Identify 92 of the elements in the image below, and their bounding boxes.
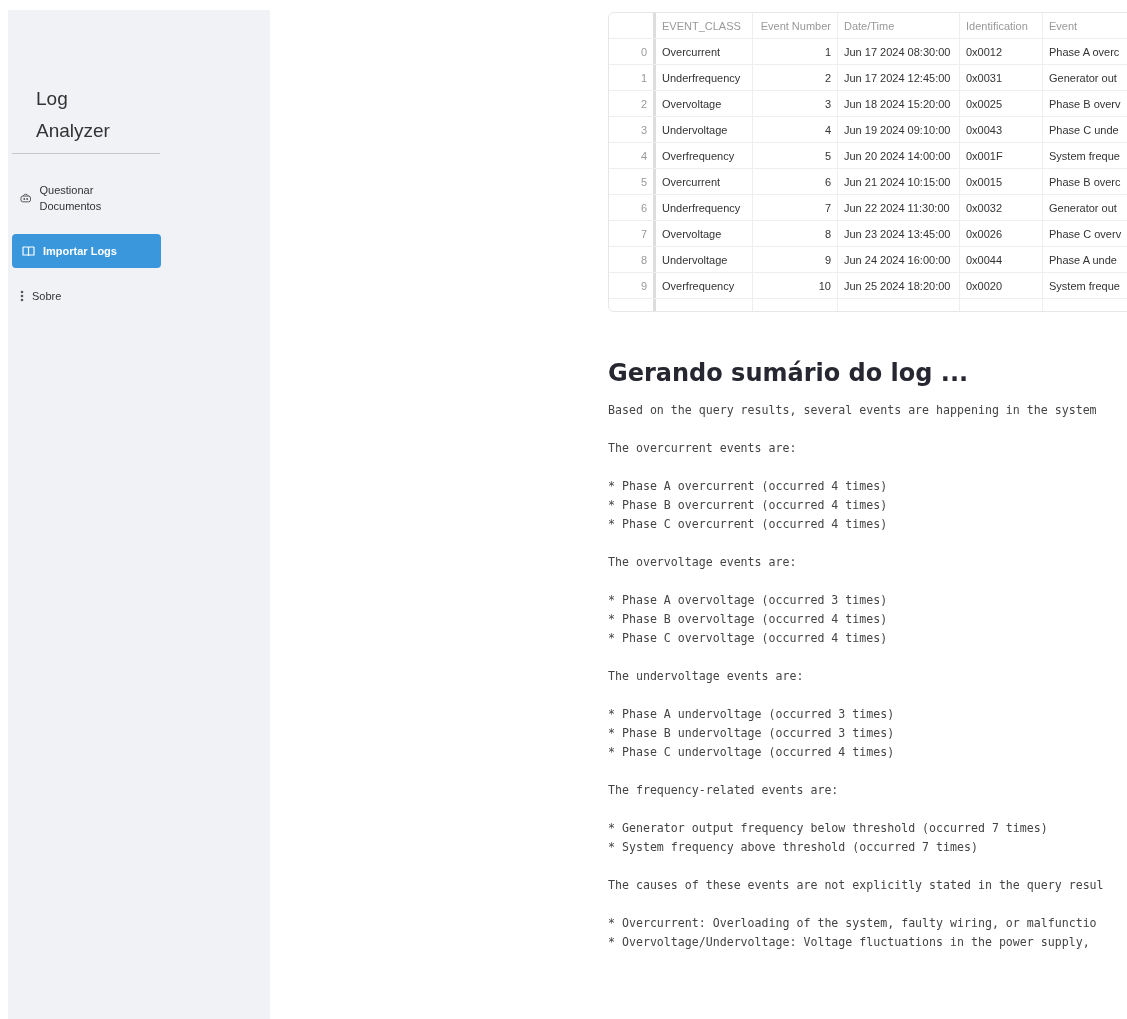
table-cell: Phase C unde [1043,117,1127,142]
table-cell: 0x0043 [960,117,1043,142]
table-cell: Phase B overc [1043,169,1127,194]
table-cell: Generator out [1043,65,1127,90]
list-item: * Generator output frequency below threshold (occurred 7 times) [608,820,1048,837]
table-cell: Undervoltage [656,247,753,272]
summary-text: The undervoltage events are: [608,668,804,685]
table-cell: 7 [753,195,838,220]
table-cell: Phase B overv [1043,91,1127,116]
table-cell: Underfrequency [656,195,753,220]
row-index: 6 [609,195,656,220]
table-cell: 6 [753,169,838,194]
row-index: 8 [609,247,656,272]
summary-text: The causes of these events are not explicitly stated in the query resul [608,877,1104,894]
table-cell: Jun 24 2024 16:00:00 [838,247,960,272]
table-cell: 0x0026 [960,221,1043,246]
row-index: 7 [609,221,656,246]
table-cell: 0x001F [960,143,1043,168]
table-cell: Jun 22 2024 11:30:00 [838,195,960,220]
table-cell: 0x0044 [960,247,1043,272]
list-item: * Phase B overcurrent (occurred 4 times) [608,497,888,514]
nav-item[interactable]: Importar Logs [12,234,161,268]
table-cell: 3 [753,91,838,116]
list-item: * System frequency above threshold (occurred 7 times) [608,839,978,856]
table-cell: 0x0020 [960,273,1043,298]
table-cell: Jun 23 2024 13:45:00 [838,221,960,246]
table-cell: Jun 25 2024 18:20:00 [838,273,960,298]
book-icon [22,245,35,257]
table-cell: Jun 17 2024 08:30:00 [838,39,960,64]
row-index: 4 [609,143,656,168]
table-cell: 9 [753,247,838,272]
table-cell: Generator out [1043,195,1127,220]
table-cell: Overvoltage [656,221,753,246]
column-header[interactable]: Event Number [753,13,838,38]
table-cell: Phase C overv [1043,221,1127,246]
table-cell: Jun 20 2024 14:00:00 [838,143,960,168]
row-index: 9 [609,273,656,298]
table-cell: 0x0015 [960,169,1043,194]
list-item: * Phase A overvoltage (occurred 3 times) [608,592,888,609]
table-cell: Undervoltage [656,117,753,142]
column-header[interactable]: Date/Time [838,13,960,38]
table-cell: Overcurrent [656,169,753,194]
table-cell: System freque [1043,273,1127,298]
table-cell: Jun 19 2024 09:10:00 [838,117,960,142]
table-cell: Overcurrent [656,39,753,64]
table-cell: Overfrequency [656,273,753,298]
table-cell: Jun 21 2024 10:15:00 [838,169,960,194]
table-cell: Phase A overc [1043,39,1127,64]
table-cell: 5 [753,143,838,168]
table-cell: 1 [753,39,838,64]
table-cell: 0x0012 [960,39,1043,64]
nav-item[interactable]: Questionar Documentos [12,176,161,220]
table-cell: Phase A unde [1043,247,1127,272]
row-index: 1 [609,65,656,90]
list-item: * Phase B undervoltage (occurred 3 times) [608,725,895,742]
table-cell: 4 [753,117,838,142]
list-item: * Overvoltage/Undervoltage: Voltage fluctuations in the power supply, [608,934,1090,951]
list-item: * Phase B overvoltage (occurred 4 times) [608,611,888,628]
table-cell: Overvoltage [656,91,753,116]
column-header[interactable]: Event [1043,13,1127,38]
table-cell: Jun 17 2024 12:45:00 [838,65,960,90]
table-cell: Underfrequency [656,65,753,90]
summary-text: The overvoltage events are: [608,554,797,571]
table-cell: 0x0025 [960,91,1043,116]
summary-heading: Gerando sumário do log ... [608,359,970,387]
table-cell: 8 [753,221,838,246]
table-cell: System freque [1043,143,1127,168]
summary-text: Based on the query results, several events are happening in the system [608,402,1097,419]
list-item: * Phase C overvoltage (occurred 4 times) [608,630,888,647]
table-cell: 0x0032 [960,195,1043,220]
table-cell: Jun 18 2024 15:20:00 [838,91,960,116]
table-cell: 10 [753,273,838,298]
app-title: Log Analyzer [36,87,111,143]
column-header[interactable]: Identification [960,13,1043,38]
robot-icon [20,192,32,204]
list-item: * Phase C undervoltage (occurred 4 times) [608,744,895,761]
summary-text: The overcurrent events are: [608,440,797,457]
list-item: * Phase A undervoltage (occurred 3 times) [608,706,895,723]
table-cell: Overfrequency [656,143,753,168]
list-item: * Phase C overcurrent (occurred 4 times) [608,516,888,533]
table-cell: 0x0031 [960,65,1043,90]
nav-item[interactable]: Sobre [12,282,161,310]
summary-text: The frequency-related events are: [608,782,839,799]
column-header[interactable]: EVENT_CLASS [656,13,753,38]
row-index: 0 [609,39,656,64]
list-item: * Phase A overcurrent (occurred 4 times) [608,478,888,495]
table-cell: 2 [753,65,838,90]
row-index: 5 [609,169,656,194]
row-index: 3 [609,117,656,142]
row-index: 2 [609,91,656,116]
more-icon [20,290,24,302]
list-item: * Overcurrent: Overloading of the system, faulty wiring, or malfunctio [608,915,1097,932]
